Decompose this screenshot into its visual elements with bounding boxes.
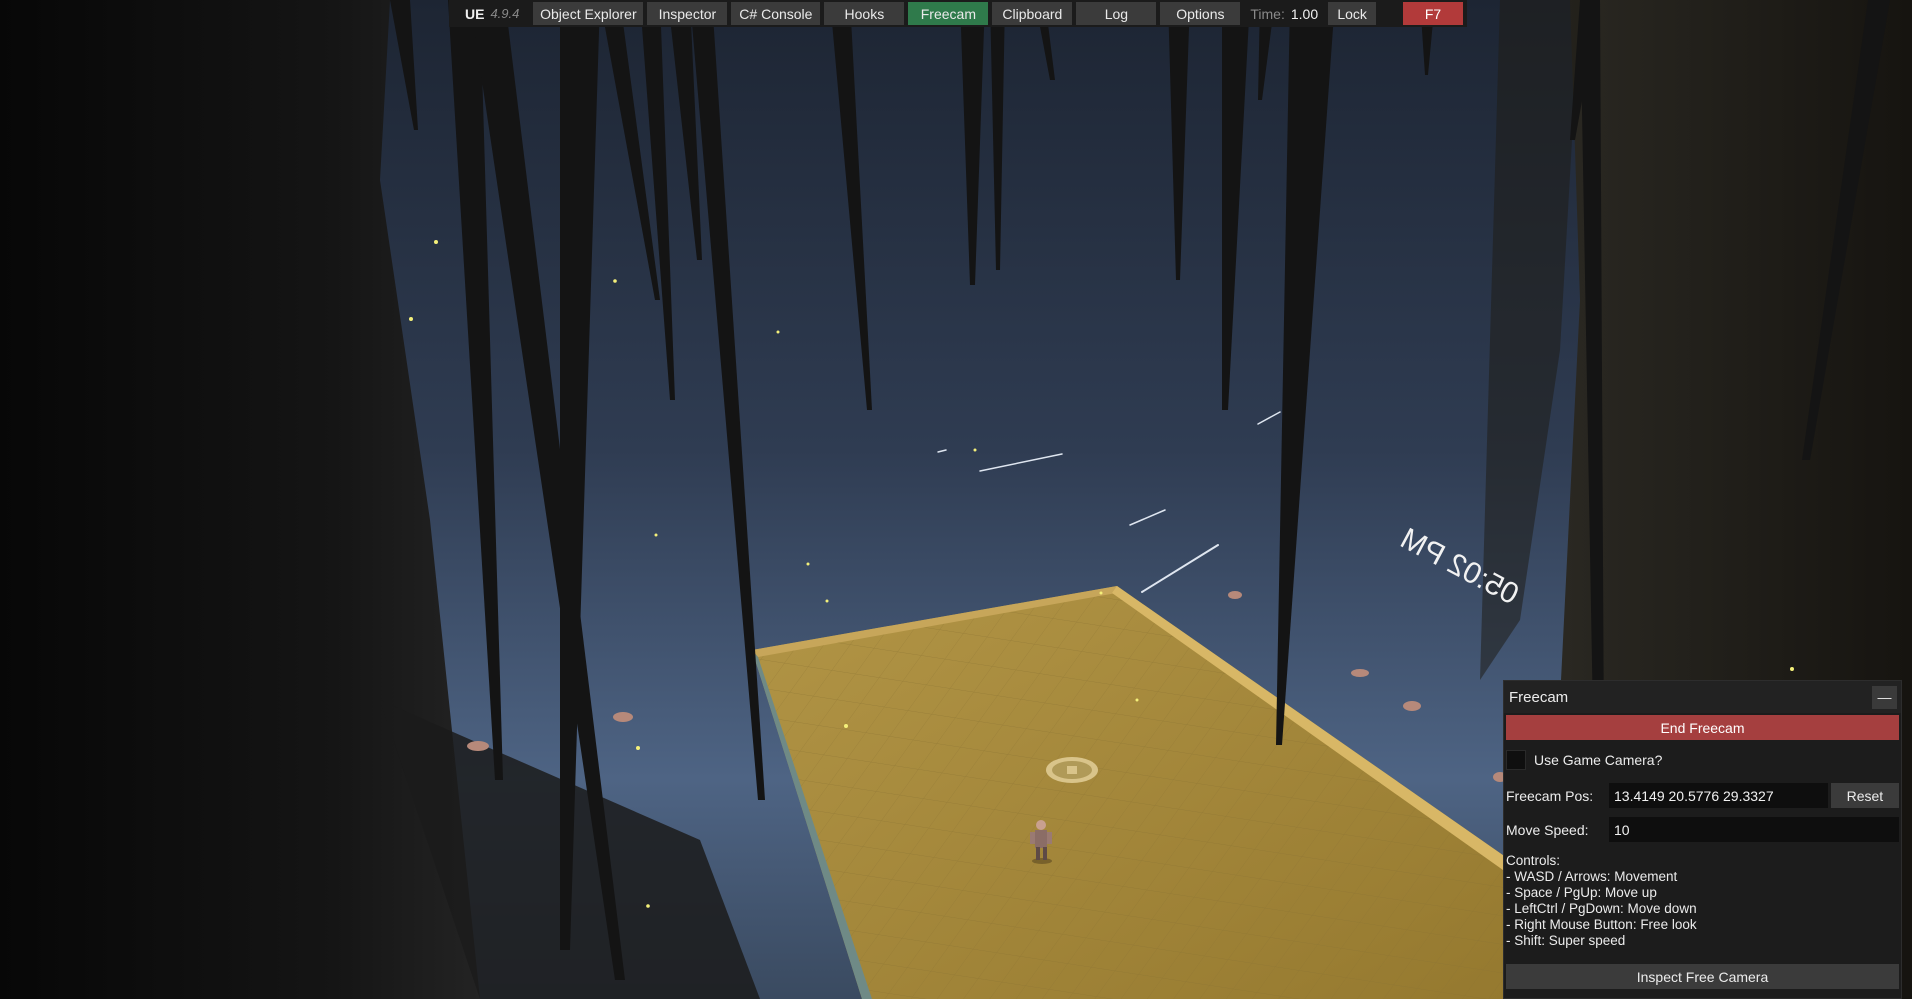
move-speed-row: Move Speed: [1504,817,1901,842]
move-speed-label: Move Speed: [1506,821,1589,838]
time-scale-label: Time: [1250,5,1285,22]
unity-explorer-toolbar: UE 4.9.4 Object Explorer Inspector C# Co… [449,0,1467,27]
use-game-camera-label: Use Game Camera? [1534,752,1663,768]
time-scale-value[interactable]: 1.00 [1291,6,1318,22]
freecam-panel-header[interactable]: Freecam — [1504,681,1901,713]
brand-version: 4.9.4 [490,6,520,21]
toggle-key-button[interactable]: F7 [1403,2,1463,25]
tab-options[interactable]: Options [1160,2,1241,25]
freecam-position-row: Freecam Pos: Reset [1504,783,1901,808]
tab-clipboard[interactable]: Clipboard [992,2,1073,25]
reset-position-button[interactable]: Reset [1830,783,1899,808]
control-hint: - WASD / Arrows: Movement [1506,869,1678,884]
lock-time-button[interactable]: Lock [1328,2,1377,25]
tab-freecam[interactable]: Freecam [908,2,989,25]
controls-heading: Controls: [1506,853,1561,868]
tab-hooks[interactable]: Hooks [824,2,905,25]
move-speed-input[interactable] [1609,817,1899,842]
brand-name: UE [465,5,485,22]
time-scale: Time: 1.00 [1244,2,1324,25]
control-hint: - Right Mouse Button: Free look [1506,917,1697,932]
control-hint: - LeftCtrl / PgDown: Move down [1506,901,1697,916]
end-freecam-button[interactable]: End Freecam [1506,715,1899,740]
tab-csharp-console[interactable]: C# Console [731,2,821,25]
freecam-panel: Freecam — End Freecam Use Game Camera? F… [1503,680,1902,999]
controls-help: Controls: - WASD / Arrows: Movement - Sp… [1504,853,1901,949]
toolbar-brand: UE 4.9.4 [453,2,529,25]
control-hint: - Space / PgUp: Move up [1506,885,1657,900]
freecam-position-input[interactable] [1609,783,1828,808]
spawn-marker [1046,757,1098,783]
control-hint: - Shift: Super speed [1506,933,1626,948]
minimize-button[interactable]: — [1872,685,1897,709]
tab-object-explorer[interactable]: Object Explorer [533,2,644,25]
freecam-position-label: Freecam Pos: [1506,787,1594,804]
tab-inspector[interactable]: Inspector [647,2,728,25]
inspect-free-camera-button[interactable]: Inspect Free Camera [1506,964,1899,989]
use-game-camera-checkbox[interactable] [1506,750,1526,770]
freecam-panel-title: Freecam [1509,688,1569,706]
use-game-camera-row: Use Game Camera? [1504,749,1901,771]
tab-log[interactable]: Log [1076,2,1157,25]
